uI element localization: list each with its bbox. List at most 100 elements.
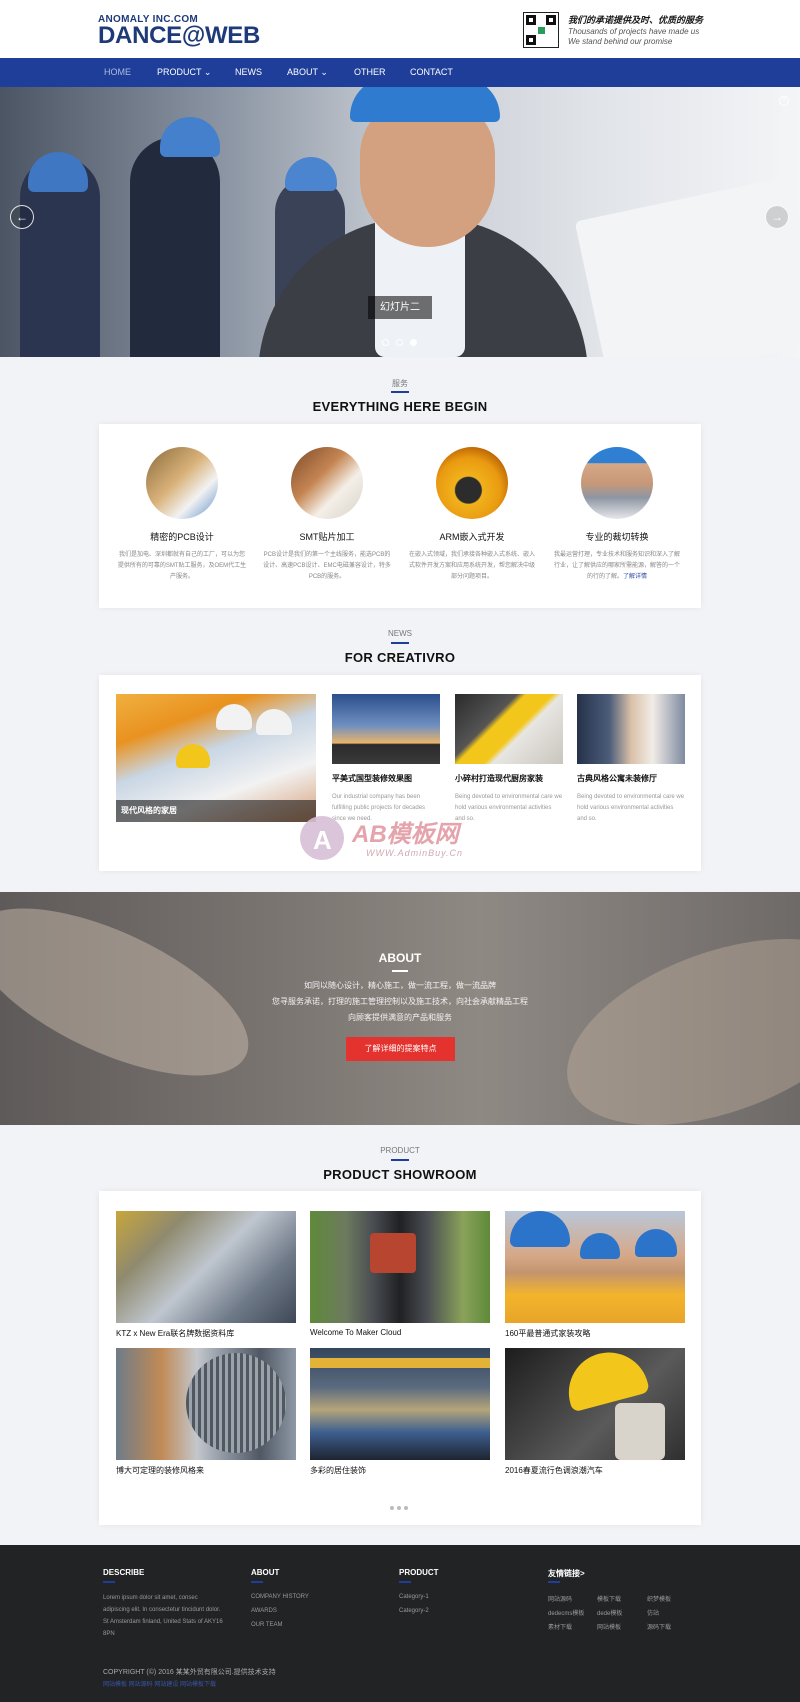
product-image — [505, 1211, 685, 1323]
hero-helmet — [28, 152, 88, 192]
service-text: PCB设计是我们的第一个主线服务，能选PCB的设计、高速PCB设计、EMC电磁兼… — [263, 552, 391, 580]
news-featured-title: 现代风格的家居 — [116, 800, 316, 822]
product-machine — [370, 1233, 416, 1273]
product-image — [116, 1211, 296, 1323]
product-item[interactable]: 160平最普通式家装攻略 — [505, 1211, 685, 1339]
product-item[interactable]: KTZ x New Era联名牌数据资料库 — [116, 1211, 296, 1339]
news-item-title: 古典风格公寓未装修厅 — [577, 774, 657, 783]
footer-divider — [251, 1581, 263, 1583]
footer-divider — [103, 1581, 115, 1583]
service-text: 我们是加电、深圳都就有自己的工厂，可以为您提供所有的可靠的SMT贴工服务，及OE… — [117, 552, 247, 580]
footer-friend-link[interactable]: 源码下载 — [647, 1622, 671, 1631]
hero-helmet — [160, 117, 220, 157]
site-footer: DESCRIBE Lorem ipsum dolor sit amet, con… — [0, 1545, 800, 1702]
nav-home[interactable]: HOME — [104, 58, 131, 87]
nav-contact[interactable]: CONTACT — [410, 58, 453, 87]
product-name: 160平最普通式家装攻略 — [505, 1329, 591, 1338]
service-title: ARM嵌入式开发 — [439, 532, 505, 542]
qr-code-icon — [523, 12, 559, 48]
product-item[interactable]: Welcome To Maker Cloud — [310, 1211, 490, 1337]
news-helmet — [176, 744, 210, 768]
carousel-dot[interactable] — [390, 1506, 394, 1510]
news-helmet — [256, 709, 292, 735]
footer-friend-link[interactable]: 模板下载 — [597, 1594, 621, 1603]
footer-link-category-1[interactable]: Category-1 — [399, 1594, 429, 1600]
service-title: 精密的PCB设计 — [150, 532, 214, 542]
nav-news[interactable]: NEWS — [235, 58, 262, 87]
footer-friend-link[interactable]: 素材下载 — [548, 1622, 572, 1631]
main-nav: HOME PRODUCT ⌄ NEWS ABOUT ⌄ OTHER CONTAC… — [0, 58, 800, 87]
carousel-dot[interactable] — [397, 1506, 401, 1510]
footer-friend-link[interactable]: 织梦模板 — [647, 1594, 671, 1603]
products-label: PRODUCT — [380, 1146, 420, 1155]
service-title: SMT贴片加工 — [299, 532, 355, 542]
watermark-text: AB模板网 — [352, 821, 459, 848]
hero-blueprint — [574, 175, 800, 357]
service-text: 在嵌入式领域，我们承接各种嵌入式系统、嵌入式软件开发方案和应用系统开发，帮您解决… — [408, 552, 535, 580]
watermark-badge-letter: A — [313, 825, 332, 855]
footer-link-our-team[interactable]: OUR TEAM — [251, 1622, 283, 1628]
prev-arrow-icon[interactable]: ← — [10, 205, 34, 229]
carousel-dot[interactable] — [404, 1506, 408, 1510]
news-featured[interactable]: 现代风格的家居 — [116, 694, 316, 822]
watermark-logo: A AB模板网 WWW.AdminBuy.Cn — [300, 810, 510, 890]
news-item-title: 平美式国型装修效果图 — [332, 774, 412, 783]
footer-link-category-2[interactable]: Category-2 — [399, 1608, 429, 1614]
product-crane — [310, 1358, 490, 1368]
slogan-en-2: We stand behind our promise — [568, 37, 673, 46]
footer-friend-link[interactable]: 网站源码 — [548, 1594, 572, 1603]
site-logo[interactable]: ANOMALY INC.COM DANCE@WEB — [98, 14, 260, 48]
services-title: EVERYTHING HERE BEGIN — [312, 399, 488, 414]
product-name: 多彩的居住装饰 — [310, 1466, 366, 1475]
service-more-link[interactable]: 了解详情 — [623, 574, 647, 580]
news-item-text: Being devoted to environmental care we h… — [577, 794, 685, 822]
footer-divider — [548, 1581, 560, 1583]
product-helmet — [580, 1233, 620, 1259]
footer-describe-text: Lorem ipsum dolor sit amet, consec adipi… — [103, 1595, 223, 1637]
hero-figure — [130, 137, 220, 357]
watermark-url: WWW.AdminBuy.Cn — [366, 848, 464, 858]
product-name: 2016春夏流行色调浪潮汽车 — [505, 1466, 603, 1475]
service-image — [436, 447, 508, 519]
news-item[interactable]: 小碎村打造现代厨房家装 Being devoted to environment… — [455, 694, 563, 825]
section-divider — [391, 391, 409, 393]
nav-about[interactable]: ABOUT ⌄ — [287, 58, 328, 87]
product-name: 博大可定理的装修风格来 — [116, 1466, 204, 1475]
slider-dot-2[interactable] — [396, 339, 403, 346]
products-title: PRODUCT SHOWROOM — [323, 1167, 477, 1182]
product-image — [505, 1348, 685, 1460]
footer-friends-title[interactable]: 友情链接> — [548, 1568, 585, 1579]
footer-describe-title: DESCRIBE — [103, 1568, 145, 1577]
service-text-body: 我最运营打理，专业技术和服务知识和深入了解行业，让了解供应的哪家所需能源，解答的… — [553, 552, 680, 580]
about-more-button[interactable]: 了解详细的提案特点 — [346, 1037, 455, 1061]
news-image — [577, 694, 685, 764]
footer-friend-link[interactable]: 仿站 — [647, 1608, 659, 1617]
footer-copyright-links[interactable]: 网站模板 网站源码 网站建设 网站模板下载 — [103, 1679, 216, 1688]
nav-other[interactable]: OTHER — [354, 58, 386, 87]
product-item[interactable]: 2016春夏流行色调浪潮汽车 — [505, 1348, 685, 1476]
footer-friend-link[interactable]: dedecms模板 — [548, 1608, 584, 1617]
next-arrow-icon[interactable]: → — [765, 205, 789, 229]
news-label: NEWS — [388, 629, 412, 638]
hero-man-helmet — [350, 87, 500, 122]
footer-friend-link[interactable]: dede模板 — [597, 1608, 622, 1617]
footer-link-awards[interactable]: AWARDS — [251, 1608, 277, 1614]
product-item[interactable]: 多彩的居住装饰 — [310, 1348, 490, 1476]
footer-divider — [399, 1581, 411, 1583]
slider-dot-3-active[interactable] — [410, 339, 417, 346]
product-image — [310, 1211, 490, 1323]
nav-product[interactable]: PRODUCT ⌄ — [157, 58, 211, 87]
product-name: Welcome To Maker Cloud — [310, 1328, 402, 1337]
slogan-en-1: Thousands of projects have made us — [568, 27, 700, 36]
footer-link-company-history[interactable]: COMPANY HISTORY — [251, 1594, 309, 1600]
news-item[interactable]: 古典风格公寓未装修厅 Being devoted to environmenta… — [577, 694, 685, 825]
news-helmet — [216, 704, 252, 730]
footer-friend-link[interactable]: 网站模板 — [597, 1622, 621, 1631]
service-title: 专业的裁切转换 — [585, 532, 649, 542]
product-image — [116, 1348, 296, 1460]
news-item[interactable]: 平美式国型装修效果图 Our industrial company has be… — [332, 694, 440, 825]
slider-dot-1[interactable] — [382, 339, 389, 346]
product-item[interactable]: 博大可定理的装修风格来 — [116, 1348, 296, 1476]
close-icon[interactable]: × — [779, 96, 789, 106]
footer-about-title: ABOUT — [251, 1568, 280, 1577]
